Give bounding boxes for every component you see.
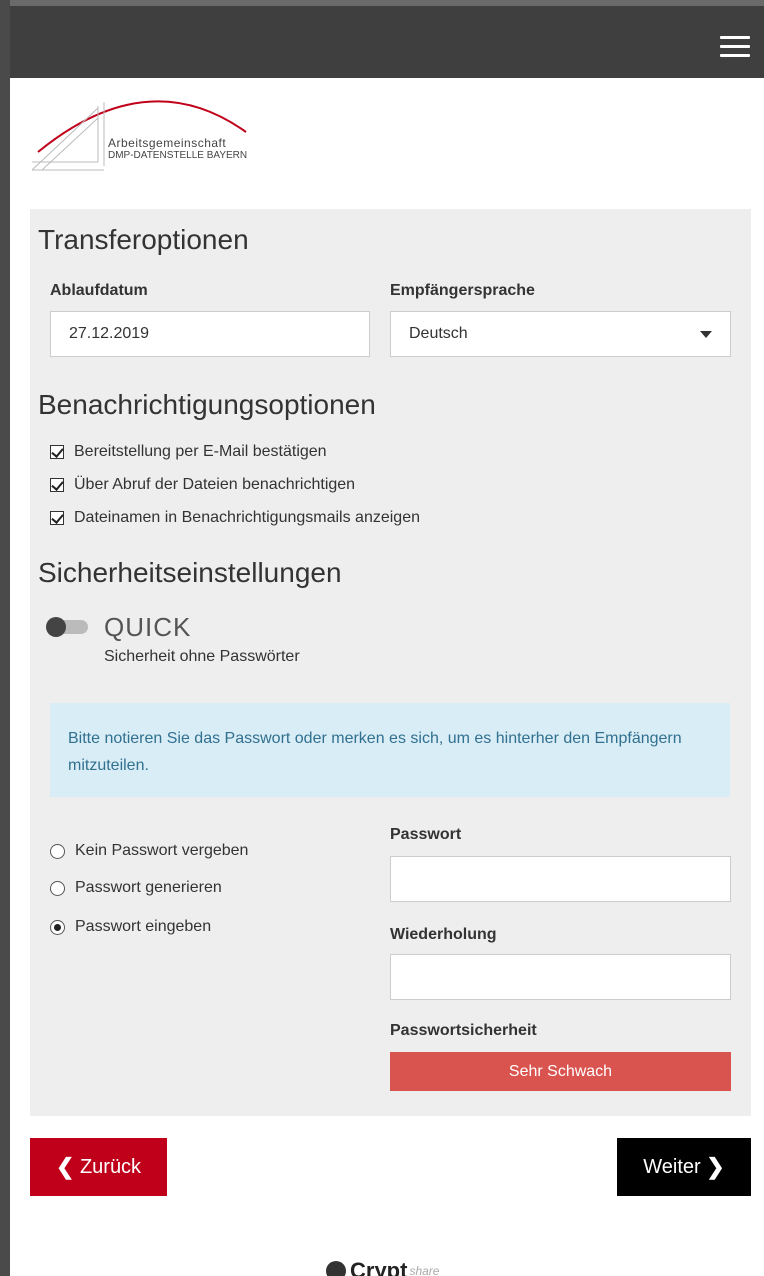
password-input[interactable] <box>390 856 731 902</box>
checkbox-label: Bereitstellung per E-Mail bestätigen <box>74 443 327 460</box>
radio-label: Passwort generieren <box>75 879 222 896</box>
hamburger-icon[interactable] <box>720 36 750 58</box>
checkbox-label: Über Abruf der Dateien benachrichtigen <box>74 476 356 493</box>
logo-line2: DMP-DATENSTELLE BAYERN <box>108 150 248 161</box>
checkbox-checked-icon[interactable] <box>50 445 64 459</box>
notification-options-heading: Benachrichtigungsoptionen <box>38 389 376 420</box>
footer-brand-bold: Crypt <box>350 1258 408 1276</box>
recipient-language-select[interactable]: Deutsch <box>390 311 731 357</box>
back-button-label: Zurück <box>79 1155 142 1178</box>
radio-unselected-icon[interactable] <box>50 843 65 859</box>
chevron-left-icon: ❮ <box>55 1154 75 1179</box>
quick-mode-label: QUICK <box>104 612 192 642</box>
radio-no-password[interactable]: Kein Passwort vergeben <box>50 842 248 860</box>
transfer-options-heading: Transferoptionen <box>38 224 249 255</box>
expiry-date-input[interactable]: 27.12.2019 <box>50 311 370 357</box>
password-info-alert: Bitte notieren Sie das Passwort oder mer… <box>50 703 730 797</box>
checkbox-label: Dateinamen in Benachrichtigungsmails anz… <box>74 509 420 526</box>
radio-unselected-icon[interactable] <box>50 880 65 896</box>
organization-logo: Arbeitsgemeinschaft DMP-DATENSTELLE BAYE… <box>28 92 268 182</box>
security-settings-heading: Sicherheitseinstellungen <box>38 557 342 588</box>
checkbox-checked-icon[interactable] <box>50 511 64 525</box>
recipient-language-value: Deutsch <box>409 325 468 342</box>
notify-filenames-checkbox[interactable]: Dateinamen in Benachrichtigungsmails anz… <box>50 509 420 527</box>
notify-confirm-email-checkbox[interactable]: Bereitstellung per E-Mail bestätigen <box>50 443 327 461</box>
footer-brand-logo: Crypt share <box>326 1258 439 1276</box>
next-button[interactable]: Weiter ❯ <box>617 1138 751 1196</box>
password-repeat-label: Wiederholung <box>390 926 497 943</box>
logo-line1: Arbeitsgemeinschaft <box>108 136 227 150</box>
next-button-label: Weiter <box>643 1155 701 1178</box>
password-strength-label: Passwortsicherheit <box>390 1022 537 1039</box>
quick-mode-description: Sicherheit ohne Passwörter <box>104 648 300 665</box>
expiry-date-label: Ablaufdatum <box>50 282 148 299</box>
quick-mode-toggle[interactable] <box>46 617 88 637</box>
top-navbar <box>10 0 764 78</box>
radio-label: Kein Passwort vergeben <box>75 842 249 859</box>
chevron-right-icon: ❯ <box>706 1154 725 1179</box>
window-frame <box>0 0 10 1276</box>
notify-download-checkbox[interactable]: Über Abruf der Dateien benachrichtigen <box>50 476 355 494</box>
recipient-language-label: Empfängersprache <box>390 282 535 299</box>
password-repeat-input[interactable] <box>390 954 731 1000</box>
back-button[interactable]: ❮ Zurück <box>30 1138 167 1196</box>
radio-generate-password[interactable]: Passwort generieren <box>50 879 222 897</box>
password-strength-meter: Sehr Schwach <box>390 1052 731 1091</box>
brand-circle-icon <box>326 1261 346 1276</box>
radio-selected-icon[interactable] <box>50 919 65 935</box>
radio-label: Passwort eingeben <box>75 918 212 935</box>
footer-brand-light: share <box>409 1264 440 1276</box>
checkbox-checked-icon[interactable] <box>50 478 64 492</box>
radio-enter-password[interactable]: Passwort eingeben <box>50 918 211 936</box>
password-label: Passwort <box>390 826 462 843</box>
caret-down-icon <box>700 331 712 338</box>
toggle-knob <box>46 617 66 637</box>
